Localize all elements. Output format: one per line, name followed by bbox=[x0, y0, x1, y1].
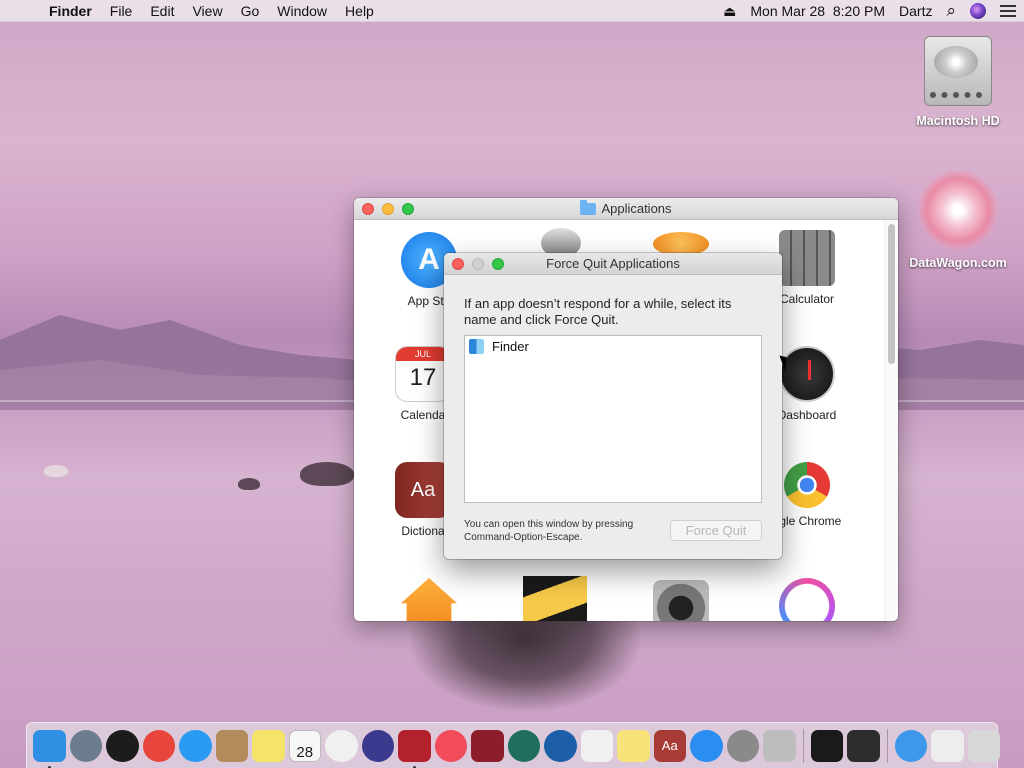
finder-icon bbox=[469, 338, 484, 354]
dock-trash-icon[interactable] bbox=[967, 729, 1000, 762]
rock bbox=[44, 465, 68, 477]
eject-icon[interactable]: ⏏ bbox=[723, 3, 736, 20]
desktop-icon-macintosh-hd[interactable]: Macintosh HD bbox=[903, 32, 1013, 128]
rock bbox=[300, 462, 354, 486]
minimize-button[interactable] bbox=[382, 203, 394, 215]
notification-center-icon[interactable] bbox=[1000, 5, 1016, 17]
zoom-button[interactable] bbox=[492, 258, 504, 270]
dock-news-icon[interactable] bbox=[434, 729, 467, 762]
desktop-icon-label: Macintosh HD bbox=[916, 114, 1000, 128]
calculator-icon bbox=[779, 230, 835, 286]
force-quit-button[interactable]: Force Quit bbox=[670, 520, 762, 541]
app-item-home[interactable] bbox=[374, 578, 484, 621]
dock-contacts-icon[interactable] bbox=[215, 729, 248, 762]
dock-app-store-icon[interactable] bbox=[690, 729, 723, 762]
hard-drive-icon bbox=[922, 32, 994, 108]
dock-time-machine-icon[interactable] bbox=[507, 729, 540, 762]
dialog-footer-hint: You can open this window by pressing Com… bbox=[464, 519, 634, 543]
dock-finder-icon[interactable] bbox=[33, 729, 66, 768]
dialog-message: If an app doesn’t respond for a while, s… bbox=[464, 296, 732, 327]
list-item-finder[interactable]: Finder bbox=[465, 336, 761, 356]
menu-clock[interactable]: Mon Mar 28 8:20 PM bbox=[750, 3, 885, 19]
dock-dashboard-icon[interactable] bbox=[106, 729, 139, 762]
zoom-button[interactable] bbox=[402, 203, 414, 215]
menu-go[interactable]: Go bbox=[232, 3, 269, 19]
dock-documents-icon[interactable] bbox=[931, 729, 964, 762]
dock-downloads-folder-icon[interactable] bbox=[894, 729, 927, 762]
dock-photos-icon[interactable] bbox=[325, 729, 358, 762]
dock-separator bbox=[886, 728, 888, 763]
dock: 28 Aa bbox=[26, 722, 1000, 768]
list-item-label: Finder bbox=[492, 338, 529, 354]
window-title: Applications bbox=[601, 201, 672, 216]
dock-automator-icon[interactable] bbox=[763, 729, 796, 762]
menu-edit[interactable]: Edit bbox=[141, 3, 183, 19]
cheese-icon bbox=[523, 576, 587, 621]
dictionary-icon: Aa bbox=[395, 462, 451, 518]
dock-activity-monitor-icon[interactable] bbox=[847, 729, 880, 762]
itunes-icon bbox=[779, 578, 835, 621]
dock-system-preferences-icon[interactable] bbox=[726, 729, 759, 762]
desktop-icon-datawagon[interactable]: DataWagon.com bbox=[903, 170, 1013, 270]
menu-window[interactable]: Window bbox=[268, 3, 336, 19]
calendar-icon: JUL 17 bbox=[395, 346, 451, 402]
dock-chrome-icon[interactable] bbox=[142, 729, 175, 762]
menu-bar: Finder File Edit View Go Window Help ⏏ M… bbox=[0, 0, 1024, 22]
running-apps-list[interactable]: Finder bbox=[464, 335, 762, 503]
force-quit-dialog: Force Quit Applications If an app doesn’… bbox=[444, 253, 782, 559]
spotlight-search-icon[interactable]: ⌕ bbox=[946, 1, 956, 21]
dock-dictionary-icon[interactable]: Aa bbox=[653, 729, 686, 762]
menu-user[interactable]: Dartz bbox=[899, 3, 932, 19]
menu-view[interactable]: View bbox=[183, 3, 231, 19]
dock-photo-booth-icon[interactable] bbox=[398, 729, 431, 768]
dock-launchpad-icon[interactable] bbox=[69, 729, 102, 762]
image-capture-icon bbox=[653, 580, 709, 621]
dock-stickies-icon[interactable] bbox=[252, 729, 285, 762]
menu-app-finder[interactable]: Finder bbox=[40, 3, 101, 19]
dock-photo-booth-2-icon[interactable] bbox=[471, 729, 504, 762]
window-titlebar[interactable]: Applications bbox=[354, 198, 898, 220]
dock-siri-icon[interactable] bbox=[361, 729, 394, 762]
menu-help[interactable]: Help bbox=[336, 3, 383, 19]
close-button[interactable] bbox=[362, 203, 374, 215]
dock-textedit-icon[interactable] bbox=[580, 729, 613, 762]
chrome-icon bbox=[784, 462, 830, 508]
dock-notes-icon[interactable] bbox=[617, 729, 650, 762]
dock-cheese-icon[interactable] bbox=[810, 729, 843, 762]
home-icon bbox=[401, 578, 457, 621]
dock-calendar-icon[interactable]: 28 bbox=[288, 729, 321, 762]
calendar-day: 17 bbox=[409, 364, 437, 391]
dialog-titlebar[interactable]: Force Quit Applications bbox=[444, 253, 782, 275]
menu-file[interactable]: File bbox=[101, 3, 142, 19]
dialog-title: Force Quit Applications bbox=[546, 256, 680, 271]
close-button[interactable] bbox=[452, 258, 464, 270]
calendar-month: JUL bbox=[396, 347, 450, 361]
flower-image-icon bbox=[918, 170, 998, 250]
dashboard-icon bbox=[779, 346, 835, 402]
app-item-itunes[interactable] bbox=[752, 578, 862, 621]
app-item-image-capture[interactable] bbox=[626, 580, 736, 621]
siri-icon[interactable] bbox=[970, 3, 986, 19]
rock bbox=[238, 478, 260, 490]
app-item-cheese[interactable] bbox=[500, 576, 610, 621]
applications-folder-icon bbox=[580, 199, 597, 215]
minimize-button-disabled bbox=[472, 258, 484, 270]
drag-shadow-artifact bbox=[410, 621, 640, 711]
scrollbar-thumb[interactable] bbox=[888, 224, 895, 364]
desktop-icon-label: DataWagon.com bbox=[909, 256, 1007, 270]
dock-quicktime-icon[interactable] bbox=[544, 729, 577, 762]
dock-separator bbox=[802, 728, 804, 763]
dock-safari-icon[interactable] bbox=[179, 729, 212, 762]
